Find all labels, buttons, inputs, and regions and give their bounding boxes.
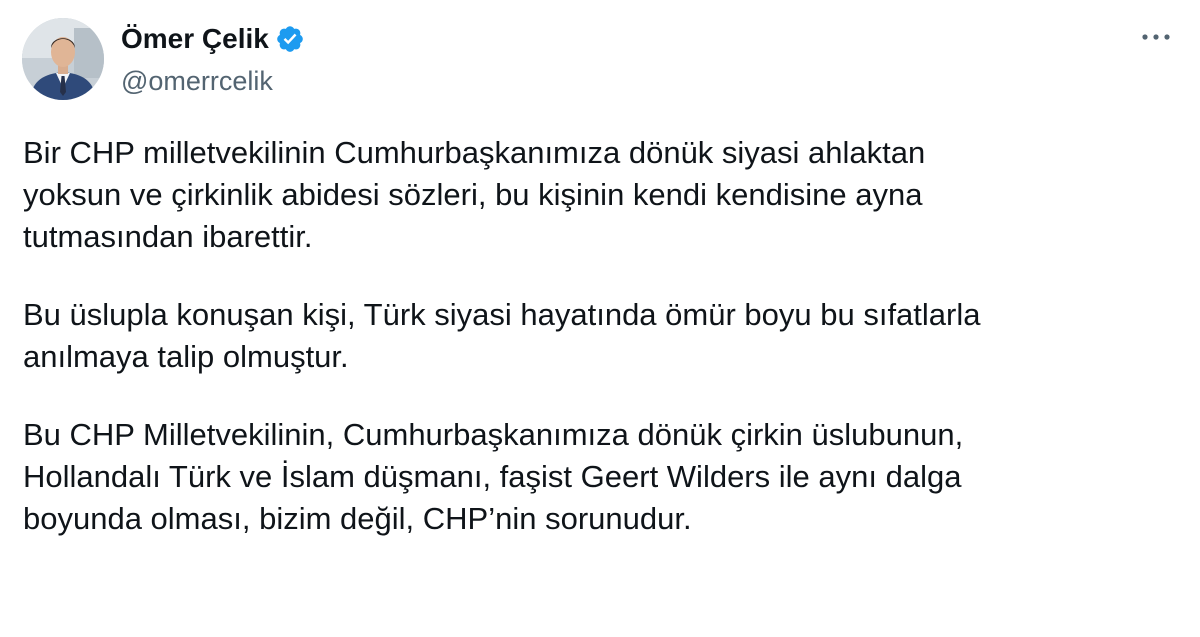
author-handle[interactable]: @omerrcelik xyxy=(121,64,273,98)
more-options-button[interactable] xyxy=(1134,22,1178,52)
tweet-paragraph: Bir CHP milletvekilinin Cumhurbaşkanımız… xyxy=(23,135,926,254)
more-options-icon xyxy=(1142,34,1170,40)
author-name[interactable]: Ömer Çelik xyxy=(121,22,269,56)
author-name-row: Ömer Çelik xyxy=(121,22,305,56)
tweet-card: Ömer Çelik @omerrcelik Bir CHP milletvek… xyxy=(0,0,1200,637)
tweet-paragraph: Bu CHP Milletvekilinin, Cumhurbaşkanımız… xyxy=(23,417,964,536)
tweet-text: Bir CHP milletvekilinin Cumhurbaşkanımız… xyxy=(23,132,1183,576)
tweet-paragraph: Bu üslupla konuşan kişi, Türk siyasi hay… xyxy=(23,297,981,374)
avatar[interactable] xyxy=(22,18,104,100)
verified-badge-icon xyxy=(275,24,305,54)
profile-photo xyxy=(22,18,104,100)
